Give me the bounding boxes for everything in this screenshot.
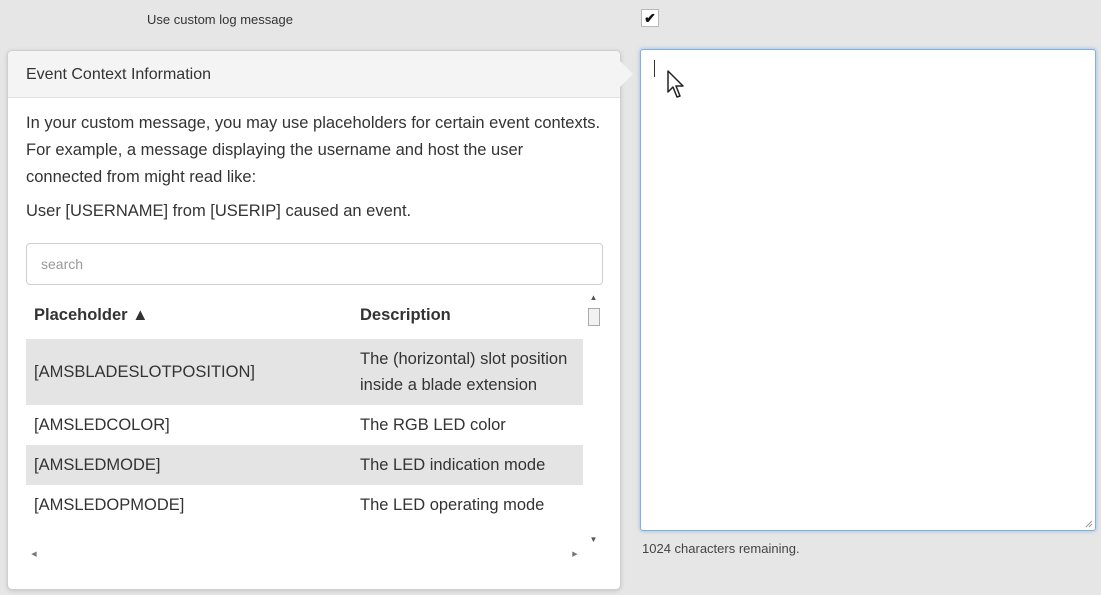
scroll-left-arrow-icon[interactable]: ◀ (28, 549, 40, 561)
description-cell: The LED operating mode (360, 496, 545, 514)
use-custom-log-message-label: Use custom log message (147, 12, 293, 27)
text-caret (654, 60, 655, 77)
popover-pointer (619, 60, 633, 88)
table-row[interactable]: [AMSBLADESLOTPOSITION] The (horizontal) … (26, 339, 583, 405)
placeholder-search-input[interactable] (26, 243, 603, 285)
resize-grip-icon[interactable] (1084, 519, 1093, 528)
scroll-right-arrow-icon[interactable]: ▶ (569, 549, 581, 561)
table-row[interactable]: [AMSLEDCOLOR] The RGB LED color (26, 405, 583, 445)
popover-title: Event Context Information (8, 51, 620, 98)
table-horizontal-scrollbar[interactable]: ◀ ▶ (26, 549, 583, 561)
description-column-header[interactable]: Description (352, 291, 583, 339)
description-cell: The RGB LED color (360, 416, 506, 434)
table-vertical-scrollbar[interactable]: ▲ ▼ (585, 291, 602, 549)
scroll-down-arrow-icon[interactable]: ▼ (585, 535, 602, 549)
placeholder-cell: [AMSLEDOPMODE] (34, 496, 185, 514)
use-custom-log-message-checkbox[interactable]: ✔ (641, 9, 659, 27)
placeholder-cell: [AMSBLADESLOTPOSITION] (26, 339, 352, 405)
placeholder-cell: [AMSLEDCOLOR] (34, 416, 170, 434)
table-header-row: Placeholder ▲ Description (26, 291, 583, 339)
custom-log-message-row: Use custom log message ✔ (0, 0, 1101, 42)
placeholder-column-header[interactable]: Placeholder ▲ (26, 291, 352, 339)
event-context-popover: Event Context Information In your custom… (7, 50, 621, 590)
placeholder-table: Placeholder ▲ Description [AMSBLADESLOTP… (26, 291, 583, 525)
example-text: User [USERNAME] from [USERIP] caused an … (26, 202, 412, 220)
custom-log-message-textarea[interactable] (640, 49, 1096, 531)
placeholder-table-container: Placeholder ▲ Description [AMSBLADESLOTP… (26, 291, 602, 561)
table-row[interactable]: [AMSLEDMODE] The LED indication mode (26, 445, 583, 485)
description-cell: The (horizontal) slot position inside a … (352, 339, 583, 405)
placeholder-cell: [AMSLEDMODE] (26, 445, 352, 485)
popover-body: In your custom message, you may use plac… (8, 98, 620, 561)
intro-text: In your custom message, you may use plac… (26, 114, 601, 186)
characters-remaining-text: 1024 characters remaining. (642, 541, 800, 556)
table-row[interactable]: [AMSLEDOPMODE] The LED operating mode (26, 485, 583, 525)
scroll-thumb[interactable] (588, 308, 600, 326)
mouse-pointer-icon (667, 70, 684, 98)
scroll-up-arrow-icon[interactable]: ▲ (585, 293, 602, 307)
description-cell: The LED indication mode (352, 445, 583, 485)
